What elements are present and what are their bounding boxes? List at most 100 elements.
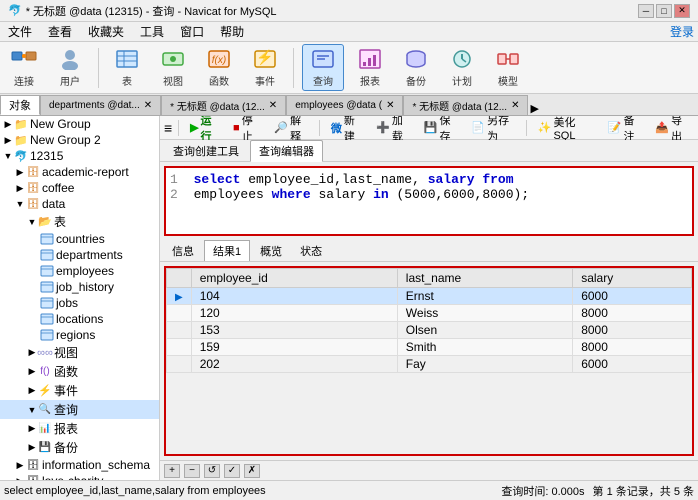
tree-arrow[interactable]: ▶ [14,476,26,481]
connect-tool[interactable]: 连接 [4,45,44,90]
close-button[interactable]: ✕ [674,4,690,18]
status-bar: select employee_id,last_name,salary from… [0,480,698,500]
table-row[interactable]: 153 Olsen 8000 [167,322,692,339]
tab-more[interactable]: ▶ [530,102,538,115]
tree-arrow[interactable]: ▶ [26,385,38,396]
db-small-icon: 🗄 [26,181,40,195]
tree-arrow[interactable]: ▶ [14,460,26,471]
tree-item-employees[interactable]: employees [0,263,159,279]
report-tool[interactable]: 报表 [350,45,390,90]
qtoolbar-sep-3 [526,120,527,136]
maximize-button[interactable]: □ [656,4,672,18]
tab-query2[interactable]: * 无标题 @data (12... ✕ [403,95,528,115]
tree-item-countries[interactable]: countries [0,231,159,247]
tree-item-academic[interactable]: ▶ 🗄 academic-report [0,164,159,180]
add-row-button[interactable]: + [164,464,180,478]
tree-item-lovecharity[interactable]: ▶ 🗄 love-charity [0,473,159,480]
query-tool[interactable]: 查询 [302,44,344,91]
tree-item-funcs[interactable]: ▶ f() 函数 [0,362,159,381]
tab-close-3[interactable]: ✕ [386,100,394,111]
tree-item-infosys[interactable]: ▶ 🗄 information_schema [0,457,159,473]
cell-salary: 6000 [573,356,692,373]
tab-query1[interactable]: * 无标题 @data (12... ✕ [161,95,286,115]
apply-button[interactable]: ✓ [224,464,240,478]
result-tab-overview[interactable]: 概览 [252,241,290,261]
tree-arrow[interactable]: ▶ [2,119,14,130]
menu-file[interactable]: 文件 [4,22,36,41]
tree-item-regions[interactable]: regions [0,327,159,343]
table-row[interactable]: 202 Fay 6000 [167,356,692,373]
view-tool[interactable]: 视图 [153,45,193,90]
tree-item-newgroup1[interactable]: ▶ 📁 New Group [0,116,159,132]
tab-close-2[interactable]: ✕ [269,100,277,111]
tab-employees[interactable]: employees @data ( ✕ [286,95,403,115]
user-tool[interactable]: 用户 [50,45,90,90]
tree-arrow[interactable]: ▶ [14,167,26,178]
tab-object[interactable]: 对象 [0,95,40,115]
table-row[interactable]: ▶ 104 Ernst 6000 [167,288,692,305]
hamburger-icon[interactable]: ≡ [164,120,172,136]
tree-item-departments[interactable]: departments [0,247,159,263]
menu-favorites[interactable]: 收藏夹 [84,22,128,41]
tab-close-4[interactable]: ✕ [511,100,519,111]
result-tab-status[interactable]: 状态 [292,241,330,261]
tree-item-tables[interactable]: ▼ 📂 表 [0,212,159,231]
tree-arrow[interactable]: ▶ [26,423,38,434]
result-tab-data[interactable]: 结果1 [204,240,250,261]
discard-button[interactable]: ✗ [244,464,260,478]
tree-item-views[interactable]: ▶ ∞∞ 视图 [0,343,159,362]
tab-departments[interactable]: departments @dat... ✕ [40,95,161,115]
tree-item-locations[interactable]: locations [0,311,159,327]
tree-item-data[interactable]: ▼ 🗄 data [0,196,159,212]
tree-arrow[interactable]: ▼ [26,217,38,227]
tree-item-12315[interactable]: ▼ 🐬 12315 [0,148,159,164]
result-table-container: employee_id last_name salary ▶ 104 Ernst… [164,266,694,456]
table-tool[interactable]: 表 [107,45,147,90]
func-folder-icon: f() [38,365,52,379]
tree-arrow[interactable]: ▶ [26,442,38,453]
tab-close-1[interactable]: ✕ [144,100,152,111]
sql-editor[interactable]: 1 select employee_id,last_name, salary f… [164,166,694,236]
col-header-salary[interactable]: salary [573,269,692,288]
play-icon: ▶ [190,121,198,134]
func-tool[interactable]: f(x) 函数 [199,45,239,90]
tree-item-events[interactable]: ▶ ⚡ 事件 [0,381,159,400]
menu-view[interactable]: 查看 [44,22,76,41]
col-header-lastname[interactable]: last_name [397,269,572,288]
beautify-icon: ✨ [538,121,552,134]
col-header-empid[interactable]: employee_id [191,269,397,288]
cell-lastname: Olsen [397,322,572,339]
refresh-button[interactable]: ↺ [204,464,220,478]
model-tool[interactable]: 模型 [488,45,528,90]
event-tool[interactable]: ⚡ 事件 [245,45,285,90]
tree-arrow[interactable]: ▼ [14,199,26,209]
menu-help[interactable]: 帮助 [216,22,248,41]
delete-row-button[interactable]: − [184,464,200,478]
menu-window[interactable]: 窗口 [176,22,208,41]
event-icon: ⚡ [251,47,279,71]
tab-bar: 对象 departments @dat... ✕ * 无标题 @data (12… [0,94,698,116]
tree-arrow[interactable]: ▼ [26,405,38,415]
subtab-builder[interactable]: 查询创建工具 [164,140,248,162]
minimize-button[interactable]: ─ [638,4,654,18]
tree-arrow[interactable]: ▶ [14,183,26,194]
tree-arrow[interactable]: ▶ [2,135,14,146]
tree-item-jobhistory[interactable]: job_history [0,279,159,295]
tree-item-backups[interactable]: ▶ 💾 备份 [0,438,159,457]
tree-item-newgroup2[interactable]: ▶ 📁 New Group 2 [0,132,159,148]
tree-item-reports[interactable]: ▶ 📊 报表 [0,419,159,438]
tree-item-coffee[interactable]: ▶ 🗄 coffee [0,180,159,196]
subtab-editor[interactable]: 查询编辑器 [250,140,323,162]
tree-item-queries[interactable]: ▼ 🔍 查询 [0,400,159,419]
table-row[interactable]: 120 Weiss 8000 [167,305,692,322]
schedule-tool[interactable]: 计划 [442,45,482,90]
table-row[interactable]: 159 Smith 8000 [167,339,692,356]
menu-tools[interactable]: 工具 [136,22,168,41]
tree-arrow[interactable]: ▶ [26,366,38,377]
tree-item-jobs[interactable]: jobs [0,295,159,311]
explain-icon: 🔎 [274,121,288,134]
tree-arrow[interactable]: ▼ [2,151,14,161]
result-tab-info[interactable]: 信息 [164,241,202,261]
login-link[interactable]: 登录 [670,23,694,40]
backup-tool[interactable]: 备份 [396,45,436,90]
